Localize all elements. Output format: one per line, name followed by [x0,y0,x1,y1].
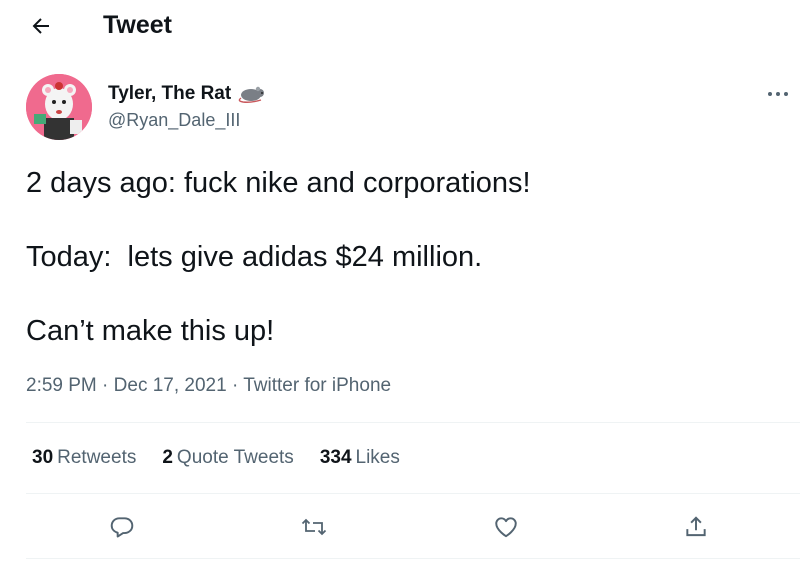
reply-button[interactable] [107,512,137,542]
arrow-left-icon [32,18,49,34]
avatar[interactable] [26,74,92,140]
tweet-meta: 2:59 PM · Dec 17, 2021 · Twitter for iPh… [26,374,391,398]
like-button[interactable] [491,512,521,542]
tweet-date[interactable]: Dec 17, 2021 [114,375,227,396]
retweets-count: 30 [32,447,54,468]
retweets-stat[interactable]: 30 Retweets [32,446,136,470]
tweet-time[interactable]: 2:59 PM [26,375,97,396]
tweet-line-blank [26,276,786,313]
likes-stat[interactable]: 334 Likes [320,446,400,470]
more-button[interactable] [762,84,794,104]
tweet-line: Today: lets give adidas $24 million. [26,241,483,273]
meta-separator: · [231,375,239,396]
divider [26,422,800,423]
quote-tweets-stat[interactable]: 2 Quote Tweets [162,446,293,470]
retweet-button[interactable] [299,512,329,542]
more-dots-icon [768,92,788,96]
likes-label: Likes [355,447,400,468]
meta-separator: · [102,375,109,396]
quote-tweets-label: Quote Tweets [176,447,294,468]
likes-count: 334 [319,447,352,468]
quote-tweets-count: 2 [162,447,173,468]
tweet-page: Tweet Tyler, The Rat @Ryan_Dale_III 2 da… [0,0,800,566]
author-name-text: Tyler, The Rat [108,83,232,104]
tweet-line: Can’t make this up! [26,315,275,347]
author-handle[interactable]: @Ryan_Dale_III [108,108,240,132]
top-bar: Tweet [0,0,800,50]
tweet-line: 2 days ago: fuck nike and corporations! [26,167,531,199]
retweet-icon [301,518,327,536]
tweet-source[interactable]: Twitter for iPhone [243,375,391,396]
heart-icon [495,517,517,538]
author-name[interactable]: Tyler, The Rat [108,82,267,106]
tweet-stats: 30 Retweets 2 Quote Tweets 334 Likes [32,446,400,470]
divider [26,558,800,559]
rat-emoji-icon [238,86,265,103]
retweets-label: Retweets [57,447,137,468]
tweet-line-blank [26,202,786,239]
avatar-image [26,74,92,140]
share-icon [686,516,706,537]
reply-icon [110,517,134,538]
page-title: Tweet [103,11,172,39]
share-button[interactable] [681,512,711,542]
tweet-text: 2 days ago: fuck nike and corporations! … [26,165,786,350]
back-button[interactable] [26,11,56,41]
divider [26,493,800,494]
